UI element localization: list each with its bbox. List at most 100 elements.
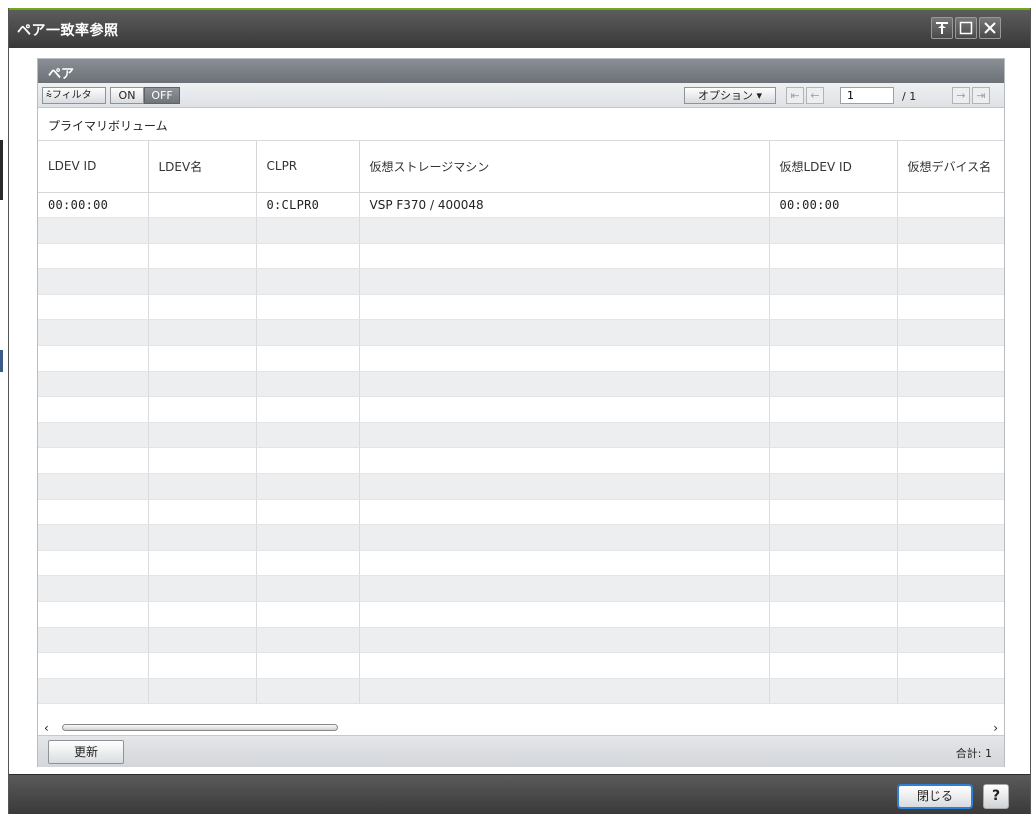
last-page-icon: ⇥: [976, 89, 986, 102]
table-cell: [769, 447, 898, 475]
table-cell: [256, 550, 360, 577]
column-header-virtual-ldev-id[interactable]: 仮想LDEV ID: [769, 141, 898, 193]
pin-top-button[interactable]: [931, 17, 953, 39]
table-cell: [769, 294, 898, 321]
arrow-right-icon: →: [956, 89, 966, 102]
table-row[interactable]: [38, 575, 1004, 602]
table-cell: [769, 371, 898, 398]
column-header-virtual-device-name[interactable]: 仮想デバイス名: [897, 141, 1004, 193]
table-row[interactable]: [38, 319, 1004, 347]
table-cell: [769, 524, 898, 551]
table-cell: [256, 319, 360, 347]
table-cell: [897, 396, 1004, 423]
window-close-button[interactable]: [979, 17, 1001, 39]
table-cell: [38, 550, 149, 577]
table-cell: [38, 371, 149, 398]
table-cell: [769, 473, 898, 500]
table-row[interactable]: [38, 268, 1004, 295]
table-row[interactable]: [38, 652, 1004, 679]
table-cell: [897, 627, 1004, 654]
arrow-left-icon: ←: [810, 89, 820, 102]
help-button[interactable]: ?: [983, 784, 1009, 809]
table-cell: [769, 601, 898, 628]
table-cell: [256, 371, 360, 398]
table-row[interactable]: [38, 422, 1004, 449]
table-cell: [769, 422, 898, 449]
table-row[interactable]: [38, 243, 1004, 270]
table-row[interactable]: [38, 371, 1004, 398]
table-cell: [897, 550, 1004, 577]
cell-ldev-name: [148, 192, 257, 219]
table-cell: [769, 627, 898, 654]
panel-title: ペア: [48, 67, 75, 82]
options-dropdown[interactable]: オプション ▾: [684, 87, 776, 104]
table-cell: [38, 217, 149, 244]
table-cell: [897, 678, 1004, 705]
filter-button[interactable]: ⩯フィルタ: [42, 87, 106, 104]
table-cell: [897, 217, 1004, 244]
table-cell: [256, 473, 360, 500]
table-row[interactable]: 00:00:00 0:CLPR0 VSP F370 / 400048 00:00…: [38, 192, 1004, 219]
table-row[interactable]: [38, 294, 1004, 321]
table-cell: [148, 447, 257, 475]
table-row[interactable]: [38, 550, 1004, 577]
dialog-button-bar: 閉じる ?: [9, 774, 1030, 814]
table-row[interactable]: [38, 396, 1004, 423]
table-cell: [256, 499, 360, 526]
table-row[interactable]: [38, 447, 1004, 475]
table-cell: [897, 447, 1004, 475]
table-cell: [148, 243, 257, 270]
scroll-left-icon[interactable]: ‹: [44, 721, 49, 735]
table-cell: [769, 575, 898, 602]
scrollbar-thumb[interactable]: [62, 724, 338, 731]
horizontal-scrollbar[interactable]: ‹ ›: [38, 721, 1004, 735]
scroll-right-icon[interactable]: ›: [993, 721, 998, 735]
table-cell: [256, 345, 360, 372]
table-cell: [897, 524, 1004, 551]
title-bar[interactable]: ペア一致率参照: [9, 10, 1030, 48]
table-cell: [38, 524, 149, 551]
previous-page-button[interactable]: ←: [806, 87, 824, 104]
panel-header: ペア: [38, 59, 1004, 83]
table-row[interactable]: [38, 217, 1004, 244]
table-row[interactable]: [38, 524, 1004, 551]
column-header-ldev-name[interactable]: LDEV名: [148, 141, 257, 193]
table-cell: [769, 319, 898, 347]
table-row[interactable]: [38, 678, 1004, 705]
first-page-button[interactable]: ⇤: [786, 87, 804, 104]
table-cell: [256, 447, 360, 475]
table-cell: [359, 601, 770, 628]
column-header-clpr[interactable]: CLPR: [256, 141, 360, 193]
table-cell: [148, 371, 257, 398]
table-cell: [256, 217, 360, 244]
table-cell: [769, 550, 898, 577]
table-row[interactable]: [38, 473, 1004, 500]
last-page-button[interactable]: ⇥: [972, 87, 990, 104]
table-cell: [359, 396, 770, 423]
table-cell: [769, 243, 898, 270]
table-cell: [256, 524, 360, 551]
next-page-button[interactable]: →: [952, 87, 970, 104]
total-count: 合計: 1: [955, 747, 992, 760]
table-row[interactable]: [38, 345, 1004, 372]
table-cell: [359, 345, 770, 372]
table-cell: [897, 422, 1004, 449]
column-header-ldev-id[interactable]: LDEV ID: [38, 141, 149, 193]
filter-on-toggle[interactable]: ON: [110, 87, 144, 104]
filter-off-toggle[interactable]: OFF: [144, 87, 180, 104]
page-number-input[interactable]: [840, 87, 894, 104]
table-cell: [38, 447, 149, 475]
maximize-button[interactable]: [955, 17, 977, 39]
table-row[interactable]: [38, 499, 1004, 526]
refresh-button[interactable]: 更新: [48, 740, 124, 764]
table-cell: [148, 396, 257, 423]
table-cell: [769, 499, 898, 526]
close-button[interactable]: 閉じる: [897, 784, 973, 809]
table-cell: [359, 294, 770, 321]
table-cell: [38, 345, 149, 372]
column-header-virtual-storage[interactable]: 仮想ストレージマシン: [359, 141, 770, 193]
table-cell: [38, 422, 149, 449]
table-row[interactable]: [38, 627, 1004, 654]
table-row[interactable]: [38, 601, 1004, 628]
cell-virtual-device-name: [897, 192, 1004, 219]
